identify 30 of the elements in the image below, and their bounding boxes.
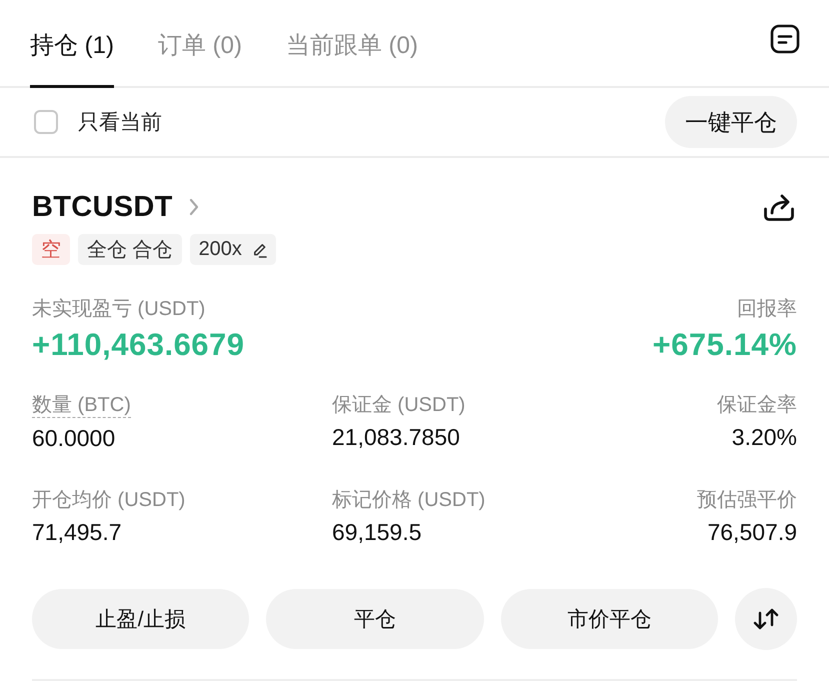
field-label: 保证金率 <box>717 393 797 417</box>
symbol-title[interactable]: BTCUSDT <box>32 190 173 224</box>
pnl-label: 未实现盈亏 (USDT) <box>32 297 206 321</box>
action-button[interactable]: 平仓 <box>266 589 484 649</box>
field-label: 预估强平价 <box>697 488 797 512</box>
field-label: 保证金 (USDT) <box>332 393 466 417</box>
tab[interactable]: 持仓 (1) <box>30 0 114 88</box>
side-tag: 空 <box>32 234 70 265</box>
field-value: 21,083.7850 <box>332 423 460 451</box>
field-value: 60.0000 <box>32 424 116 452</box>
document-icon[interactable] <box>770 24 800 54</box>
field-value: 76,507.9 <box>707 518 797 546</box>
close-all-button[interactable]: 一键平仓 <box>665 96 797 148</box>
action-button[interactable]: 市价平仓 <box>500 589 718 649</box>
action-button[interactable]: 止盈/止损 <box>32 589 250 649</box>
leverage-tag[interactable]: 200x <box>190 234 276 265</box>
field-label: 标记价格 (USDT) <box>332 488 486 512</box>
pencil-icon[interactable] <box>252 241 267 258</box>
pnl-value: +110,463.6679 <box>32 327 245 363</box>
margin-mode-tag: 全仓 合仓 <box>78 234 182 265</box>
field-value: 69,159.5 <box>332 518 422 546</box>
field-value: 3.20% <box>732 423 797 451</box>
roe-value: +675.14% <box>652 327 797 363</box>
share-icon[interactable] <box>763 192 795 222</box>
up-down-arrows-icon <box>752 607 779 631</box>
field-label: 开仓均价 (USDT) <box>32 488 186 512</box>
checkbox[interactable] <box>34 110 58 134</box>
field-value: 71,495.7 <box>32 518 122 546</box>
filter-label: 只看当前 <box>78 110 162 136</box>
roe-label: 回报率 <box>737 297 797 321</box>
